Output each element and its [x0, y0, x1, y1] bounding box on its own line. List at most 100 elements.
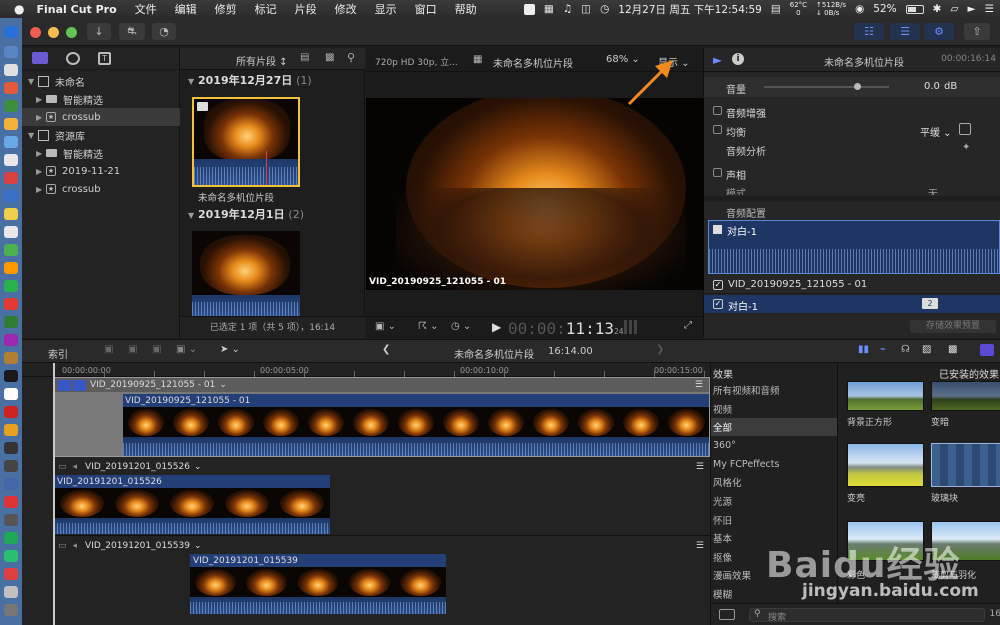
- filmstrip-height-icon[interactable]: ▤: [300, 52, 309, 63]
- disclosure-triangle-icon[interactable]: ▶: [36, 185, 46, 194]
- library-row-unnamed[interactable]: ▼ 未命名: [22, 72, 180, 90]
- enable-checkbox[interactable]: [713, 106, 722, 115]
- disclosure-triangle-icon[interactable]: ▶: [36, 149, 46, 158]
- video-monitor-icon[interactable]: ▭: [58, 541, 67, 551]
- video-monitor-icon[interactable]: ▭: [58, 462, 67, 472]
- select-tool-button[interactable]: ➤ ⌄: [220, 344, 240, 355]
- dock-app-icon[interactable]: [4, 244, 18, 256]
- effect-thumbnail[interactable]: [931, 521, 1000, 561]
- angle-clip[interactable]: VID_20191201_015526: [54, 475, 330, 534]
- smart-collection-row[interactable]: ▶ 智能精选: [22, 144, 180, 162]
- component-checkbox[interactable]: ✓: [713, 299, 723, 309]
- event-row-2019-11-21[interactable]: ▶ ★ 2019-11-21: [22, 162, 180, 180]
- effect-category[interactable]: 光源: [711, 492, 837, 510]
- overwrite-clip-icon[interactable]: ▣ ⌄: [176, 344, 197, 355]
- dock-app-icon[interactable]: [4, 586, 18, 598]
- dock-app-icon[interactable]: [4, 352, 18, 364]
- sound-icon[interactable]: ►: [968, 3, 976, 15]
- dock-app-icon[interactable]: [4, 26, 18, 38]
- volume-slider-knob[interactable]: [854, 83, 861, 90]
- angle-menu-icon[interactable]: ⌄: [219, 380, 227, 390]
- disclosure-triangle-icon[interactable]: ▼: [188, 211, 194, 220]
- effect-category[interactable]: 视频: [711, 400, 837, 418]
- menu-window[interactable]: 窗口: [415, 1, 437, 17]
- effect-category[interactable]: 抠像: [711, 548, 837, 566]
- dock-app-icon[interactable]: [4, 262, 18, 274]
- background-tasks-button[interactable]: ◔: [152, 23, 176, 40]
- dock-app-icon[interactable]: [4, 190, 18, 202]
- effect-category-selected[interactable]: 全部: [711, 418, 837, 436]
- eq-dropdown[interactable]: 平缓 ⌄: [920, 124, 952, 139]
- menu-view[interactable]: 显示: [375, 1, 397, 17]
- snapping-icon[interactable]: ▨: [922, 344, 931, 355]
- show-browser-button[interactable]: ☷: [854, 23, 884, 40]
- clip-appearance-icon[interactable]: ▩: [325, 52, 334, 63]
- libraries-tab-icon[interactable]: [32, 52, 48, 64]
- effect-thumbnail[interactable]: [847, 381, 924, 411]
- menu-modify[interactable]: 修改: [335, 1, 357, 17]
- smart-collection-row[interactable]: ▶ 智能精选: [22, 90, 180, 108]
- dialog-component-2[interactable]: ✓ 对白-1 2: [704, 295, 1000, 313]
- disclosure-triangle-icon[interactable]: ▶: [36, 113, 46, 122]
- timeline-ruler[interactable]: 00:00:00:00 00:00:05:00 00:00:10:00 00:0…: [22, 363, 710, 377]
- photos-tab-icon[interactable]: [66, 52, 80, 65]
- clock-status-icon[interactable]: ◷: [600, 3, 609, 15]
- angle-clip[interactable]: VID_20190925_121055 - 01: [123, 394, 709, 456]
- effect-category[interactable]: 漫画效果: [711, 566, 837, 584]
- event-row-crossub[interactable]: ▶ ★ crossub: [22, 108, 180, 126]
- angle-menu-icon[interactable]: ⌄: [194, 462, 202, 472]
- display-status-icon[interactable]: ◫: [581, 3, 591, 15]
- disclosure-triangle-icon[interactable]: ▼: [28, 77, 38, 86]
- net-widget[interactable]: ↑512B/s ↓ 0B/s: [816, 1, 846, 17]
- multicam-clip-thumbnail[interactable]: [192, 97, 300, 187]
- angle-name[interactable]: VID_20190925_121055 - 01: [90, 380, 215, 390]
- disclosure-triangle-icon[interactable]: ▼: [28, 131, 38, 140]
- dock-app-icon[interactable]: [4, 136, 18, 148]
- forward-arrow-icon[interactable]: ❯: [656, 344, 664, 355]
- effect-thumbnail[interactable]: [931, 443, 1000, 487]
- angle-clip[interactable]: VID_20191201_015539: [190, 554, 446, 614]
- dock-app-icon[interactable]: [4, 568, 18, 580]
- battery-icon[interactable]: [905, 4, 924, 14]
- dock-app-icon[interactable]: [4, 316, 18, 328]
- playhead[interactable]: [53, 363, 55, 625]
- effect-thumbnail[interactable]: [931, 381, 1000, 411]
- effect-thumbnail[interactable]: [847, 521, 924, 561]
- share-button[interactable]: ⇧: [964, 23, 990, 40]
- dock-app-icon[interactable]: [4, 226, 18, 238]
- append-clip-icon[interactable]: ▣: [152, 344, 161, 355]
- dock-app-icon[interactable]: [4, 100, 18, 112]
- disclosure-triangle-icon[interactable]: ▶: [36, 95, 46, 104]
- dock-app-icon[interactable]: [4, 298, 18, 310]
- menu-help[interactable]: 帮助: [455, 1, 477, 17]
- angle-menu-icon[interactable]: ⌄: [194, 541, 202, 551]
- menu-mark[interactable]: 标记: [255, 1, 277, 17]
- dock-app-icon[interactable]: [4, 424, 18, 436]
- audio-skimming-icon[interactable]: ⌁: [880, 344, 886, 355]
- apple-icon[interactable]: ●: [14, 2, 24, 16]
- bluetooth-icon[interactable]: ✱: [933, 3, 942, 15]
- transform-tools-button[interactable]: ▣ ⌄: [375, 321, 396, 332]
- wifi-icon[interactable]: ◉: [855, 3, 864, 15]
- dock-app-icon[interactable]: [4, 532, 18, 544]
- audio-meter-icon[interactable]: [624, 320, 638, 334]
- show-inspector-button[interactable]: ⚙: [924, 23, 954, 40]
- airplay-icon[interactable]: ▱: [950, 3, 958, 15]
- dock-app-icon[interactable]: [4, 442, 18, 454]
- grid-status-icon[interactable]: ▦: [544, 3, 554, 15]
- audio-enhance-section[interactable]: 音频增强: [704, 102, 1000, 120]
- disclosure-triangle-icon[interactable]: ▼: [188, 77, 194, 86]
- music-status-icon[interactable]: ♫: [563, 3, 572, 15]
- volume-value[interactable]: 0.0: [924, 81, 940, 92]
- menu-edit[interactable]: 编辑: [175, 1, 197, 17]
- mode-value[interactable]: 无: [928, 185, 938, 195]
- effect-category[interactable]: 怀旧: [711, 511, 837, 529]
- angle-name[interactable]: VID_20191201_015526: [85, 462, 190, 472]
- sidebar-toggle-icon[interactable]: [719, 609, 735, 620]
- disclosure-triangle-icon[interactable]: ▶: [36, 167, 46, 176]
- save-preset-button[interactable]: 存储效果预置: [910, 320, 996, 333]
- volume-slider[interactable]: [764, 83, 889, 90]
- bars-status-icon[interactable]: ▤: [771, 3, 781, 15]
- angle-options-icon[interactable]: ☰: [696, 541, 704, 551]
- pan-checkbox[interactable]: [713, 168, 722, 177]
